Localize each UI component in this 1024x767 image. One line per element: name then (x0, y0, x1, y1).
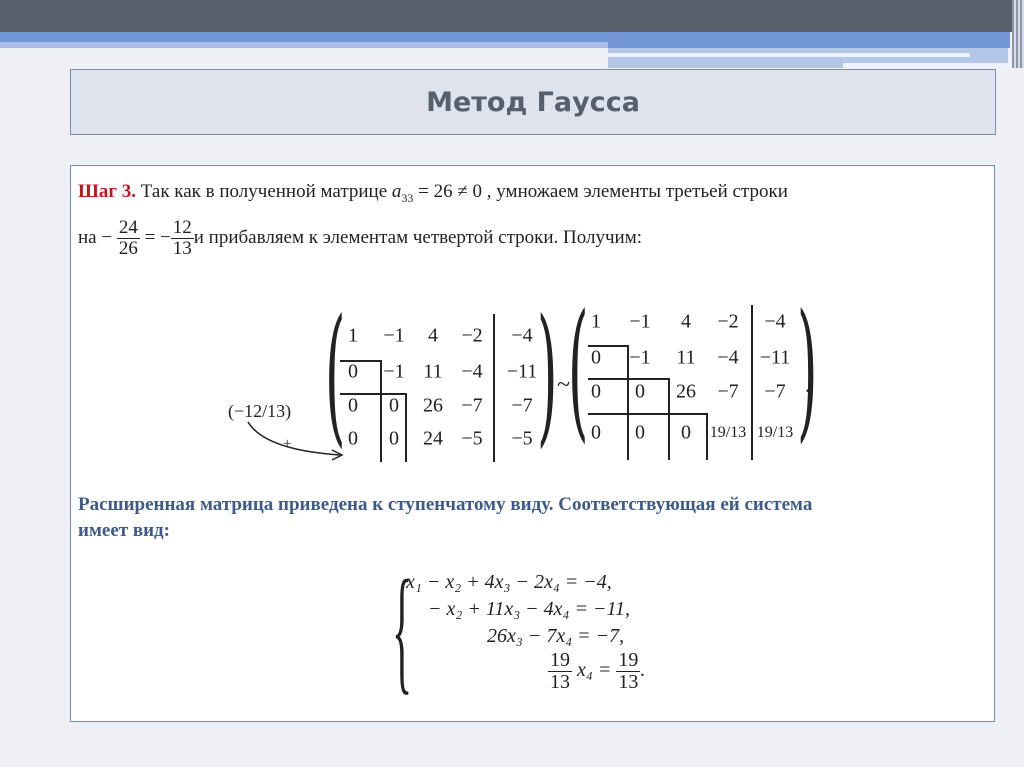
left-matrix-cell: −1 (383, 360, 405, 383)
left-matrix-cell: −11 (506, 360, 538, 383)
denominator: 13 (172, 237, 192, 259)
step-line (380, 360, 382, 462)
step-line (588, 378, 668, 380)
step-line (405, 393, 407, 462)
left-matrix-cell: 24 (423, 427, 443, 450)
left-matrix-cell: 0 (348, 360, 358, 383)
step-label: Шаг 3. (78, 181, 136, 202)
step-line (588, 345, 628, 347)
left-matrix-cell: 0 (389, 394, 399, 417)
right-matrix-cell: 0 (635, 421, 645, 444)
right-matrix-cell: −7 (717, 380, 739, 403)
multiplier-label: (−12/13) (228, 401, 292, 421)
left-matrix-cell: 1 (348, 324, 358, 347)
right-matrix-cell: −1 (629, 346, 651, 369)
arrow-icon (247, 421, 344, 461)
left-matrix-cell: −1 (383, 324, 405, 347)
augment-bar (493, 314, 495, 462)
decor-band (608, 53, 970, 57)
right-matrix-cell: −7 (764, 380, 786, 403)
augment-bar (751, 305, 753, 460)
text: и прибавляем к элементам четвертой строк… (193, 226, 642, 248)
conclusion-line-2: имеет вид: (78, 520, 170, 541)
right-matrix-cell: 0 (591, 421, 601, 444)
right-matrix-cell: 19/13 (709, 424, 747, 441)
denominator: 26 (118, 237, 138, 259)
top-bar (0, 0, 1024, 32)
left-matrix-cell: −5 (511, 427, 533, 450)
period: . (805, 372, 811, 397)
step-line (627, 345, 629, 460)
left-matrix-cell: 4 (428, 324, 438, 347)
left-matrix-cell: −4 (511, 324, 533, 347)
title-box: Метод Гаусса (70, 69, 996, 135)
decor-band (843, 63, 1024, 68)
conclusion-line-1: Расширенная матрица приведена к ступенча… (78, 494, 813, 515)
plus-sign: + (283, 436, 292, 452)
denominator: 13 (618, 671, 639, 693)
text: = − (139, 226, 171, 248)
right-matrix-cell: 11 (676, 346, 696, 369)
left-matrix-cell: 0 (389, 427, 399, 450)
denominator: 13 (550, 671, 570, 693)
text: = 26 ≠ 0 , умножаем элементы третьей стр… (413, 181, 788, 202)
fraction: 19 13 (616, 649, 641, 693)
text: x₄ = (577, 659, 612, 682)
right-matrix-cell: 0 (591, 346, 601, 369)
step-line (588, 413, 706, 415)
right-matrix-cell: 0 (635, 380, 645, 403)
left-paren: ( (568, 283, 589, 457)
fraction: 19 13 (548, 650, 572, 693)
right-matrix-cell: −4 (764, 310, 786, 333)
right-matrix-cell: −2 (717, 310, 739, 333)
subscript: 33 (401, 190, 414, 205)
numerator: 12 (170, 217, 194, 239)
step-line (340, 393, 406, 395)
right-matrix-cell: −4 (717, 346, 739, 369)
fraction: 12 13 (170, 217, 194, 259)
var-a: a (391, 181, 402, 202)
right-paren: ) (537, 288, 558, 462)
right-matrix-cell: 26 (676, 380, 696, 403)
step-line (340, 360, 380, 362)
slide-title: Метод Гаусса (426, 86, 640, 118)
text: Так как в полученной матрице (140, 181, 392, 202)
right-matrix-cell: 0 (591, 380, 601, 403)
right-matrix-cell: 19/13 (756, 424, 794, 441)
right-matrix-cell: 4 (681, 310, 691, 333)
equivalence-sign: ~ (557, 372, 570, 398)
right-matrix-cell: 1 (591, 310, 601, 333)
left-matrix-cell: 0 (348, 394, 358, 417)
equation-1: x₁ − x₂ + 4x₃ − 2x₄ = −4, (406, 571, 612, 593)
equation-2: − x₂ + 11x₃ − 4x₄ = −11, (428, 598, 631, 620)
fraction: 24 26 (116, 217, 140, 259)
step-line (706, 413, 708, 460)
right-paren: ) (797, 283, 818, 457)
step-line-2: на − 24 26 = −12 13 и прибавляем к элемента… (78, 218, 642, 259)
equation-3: 26x₃ − 7x₄ = −7, (487, 625, 625, 647)
numerator: 19 (548, 649, 572, 672)
numerator: 19 (616, 649, 641, 672)
equation-4: 19 13 x₄ = 19 13. (548, 650, 645, 693)
step-line (668, 378, 670, 460)
text: . (640, 659, 646, 682)
right-matrix-cell: 0 (681, 421, 691, 444)
decor-band (0, 42, 608, 48)
left-matrix-cell: −7 (511, 394, 533, 417)
left-matrix-cell: 26 (423, 394, 443, 417)
numerator: 24 (116, 217, 140, 239)
right-matrix-cell: −1 (629, 310, 651, 333)
step-line-1: Шаг 3. Так как в полученной матрице a33 … (78, 181, 788, 206)
decor-edge (1012, 0, 1024, 68)
left-matrix-cell: −5 (461, 427, 483, 450)
left-matrix-cell: −7 (461, 394, 483, 417)
conclusion: Расширенная матрица приведена к ступенча… (78, 494, 812, 542)
left-matrix-cell: −2 (461, 324, 483, 347)
text: на − (78, 226, 113, 248)
left-matrix-cell: −4 (461, 360, 483, 383)
right-matrix-cell: −11 (759, 346, 791, 369)
left-matrix-cell: 11 (423, 360, 443, 383)
